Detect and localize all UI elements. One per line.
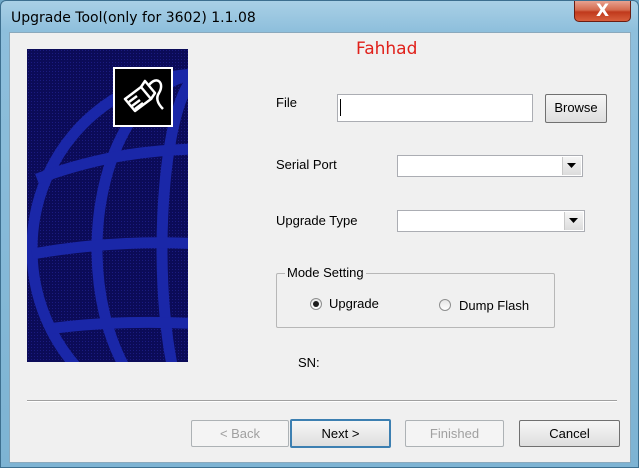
chevron-down-icon[interactable] — [562, 157, 581, 175]
upgrade-radio-label[interactable]: Upgrade — [329, 296, 379, 311]
footer-divider — [27, 400, 617, 402]
radio-selected-dot — [313, 301, 319, 307]
serial-port-label: Serial Port — [276, 157, 337, 172]
cancel-button[interactable]: Cancel — [519, 420, 620, 447]
window-title: Upgrade Tool(only for 3602) 1.1.08 — [11, 10, 256, 26]
upgrade-radio[interactable] — [310, 298, 322, 310]
file-label: File — [276, 95, 297, 110]
wizard-panel: Fahhad File Browse Serial Port Upgrade T… — [9, 32, 631, 463]
upgrade-type-select[interactable] — [397, 210, 585, 232]
mode-setting-title: Mode Setting — [285, 265, 366, 280]
network-cable-icon — [113, 67, 173, 127]
close-icon: X — [595, 1, 610, 21]
app-window: Upgrade Tool(only for 3602) 1.1.08 X Fah… — [0, 0, 639, 468]
serial-port-select[interactable] — [397, 155, 583, 177]
brand-label: Fahhad — [356, 39, 418, 59]
upgrade-type-label: Upgrade Type — [276, 213, 358, 228]
chevron-down-icon[interactable] — [564, 212, 583, 230]
banner-image — [27, 49, 188, 362]
next-button[interactable]: Next > — [290, 419, 391, 448]
close-button[interactable]: X — [574, 1, 631, 22]
sn-label: SN: — [298, 355, 320, 370]
browse-button[interactable]: Browse — [545, 94, 607, 123]
finished-button[interactable]: Finished — [405, 420, 504, 447]
file-path-input[interactable] — [337, 94, 533, 122]
back-button[interactable]: < Back — [191, 420, 289, 447]
text-caret — [340, 99, 341, 116]
title-bar[interactable]: Upgrade Tool(only for 3602) 1.1.08 X — [1, 1, 638, 33]
dump-flash-radio-label[interactable]: Dump Flash — [459, 298, 529, 313]
dump-flash-radio[interactable] — [439, 299, 451, 311]
